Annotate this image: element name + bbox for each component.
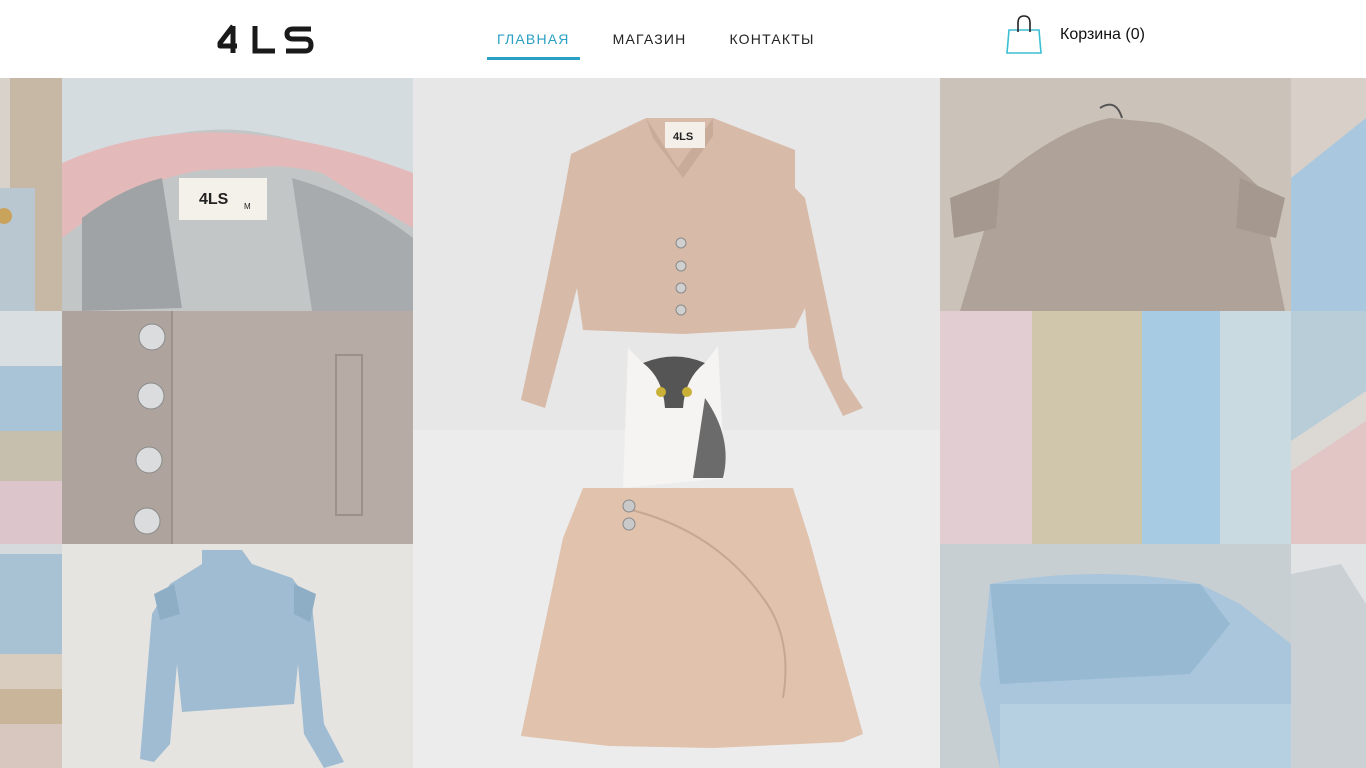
gallery-tile-right-edge-middle[interactable] (1291, 311, 1366, 544)
site-header: ГЛАВНАЯ МАГАЗИН КОНТАКТЫ Корзина (0) (0, 0, 1366, 78)
gallery-tile-jacket-skirt-cat[interactable]: 4LS (413, 78, 940, 768)
gallery-tile-right-edge-bottom[interactable] (1291, 544, 1366, 768)
jacket-label-brand: 4LS (199, 191, 229, 208)
gallery-tile-right-edge-top[interactable] (1291, 78, 1366, 311)
gallery-tile-jacket-back-hanger[interactable] (940, 78, 1291, 311)
center-label-brand: 4LS (673, 131, 693, 143)
photo-gallery: 4LS M 4LS (0, 78, 1366, 768)
gallery-tile-blue-collar[interactable] (940, 544, 1291, 768)
jacket-label-size: M (244, 202, 251, 211)
logo-mark-icon (217, 24, 314, 54)
gallery-tile-fabric-swatches[interactable] (940, 311, 1291, 544)
nav-shop[interactable]: МАГАЗИН (603, 18, 697, 60)
nav-contacts[interactable]: КОНТАКТЫ (719, 18, 824, 60)
gallery-tile-grey-buttons[interactable] (62, 311, 413, 544)
gallery-tile-pink-collar[interactable]: 4LS M (62, 78, 413, 311)
cart-link[interactable]: Корзина (0) (1005, 14, 1145, 56)
gallery-tile-left-edge-bottom[interactable] (0, 544, 62, 768)
gallery-tile-blue-jacket-back[interactable] (62, 544, 413, 768)
nav-home[interactable]: ГЛАВНАЯ (487, 18, 580, 60)
gallery-tile-left-edge-middle[interactable] (0, 311, 62, 544)
main-navigation: ГЛАВНАЯ МАГАЗИН КОНТАКТЫ (487, 18, 848, 60)
gallery-tile-left-edge-top[interactable] (0, 78, 62, 311)
cart-label: Корзина (0) (1060, 26, 1145, 43)
shopping-bag-icon (1006, 15, 1042, 54)
site-logo[interactable] (217, 22, 315, 56)
